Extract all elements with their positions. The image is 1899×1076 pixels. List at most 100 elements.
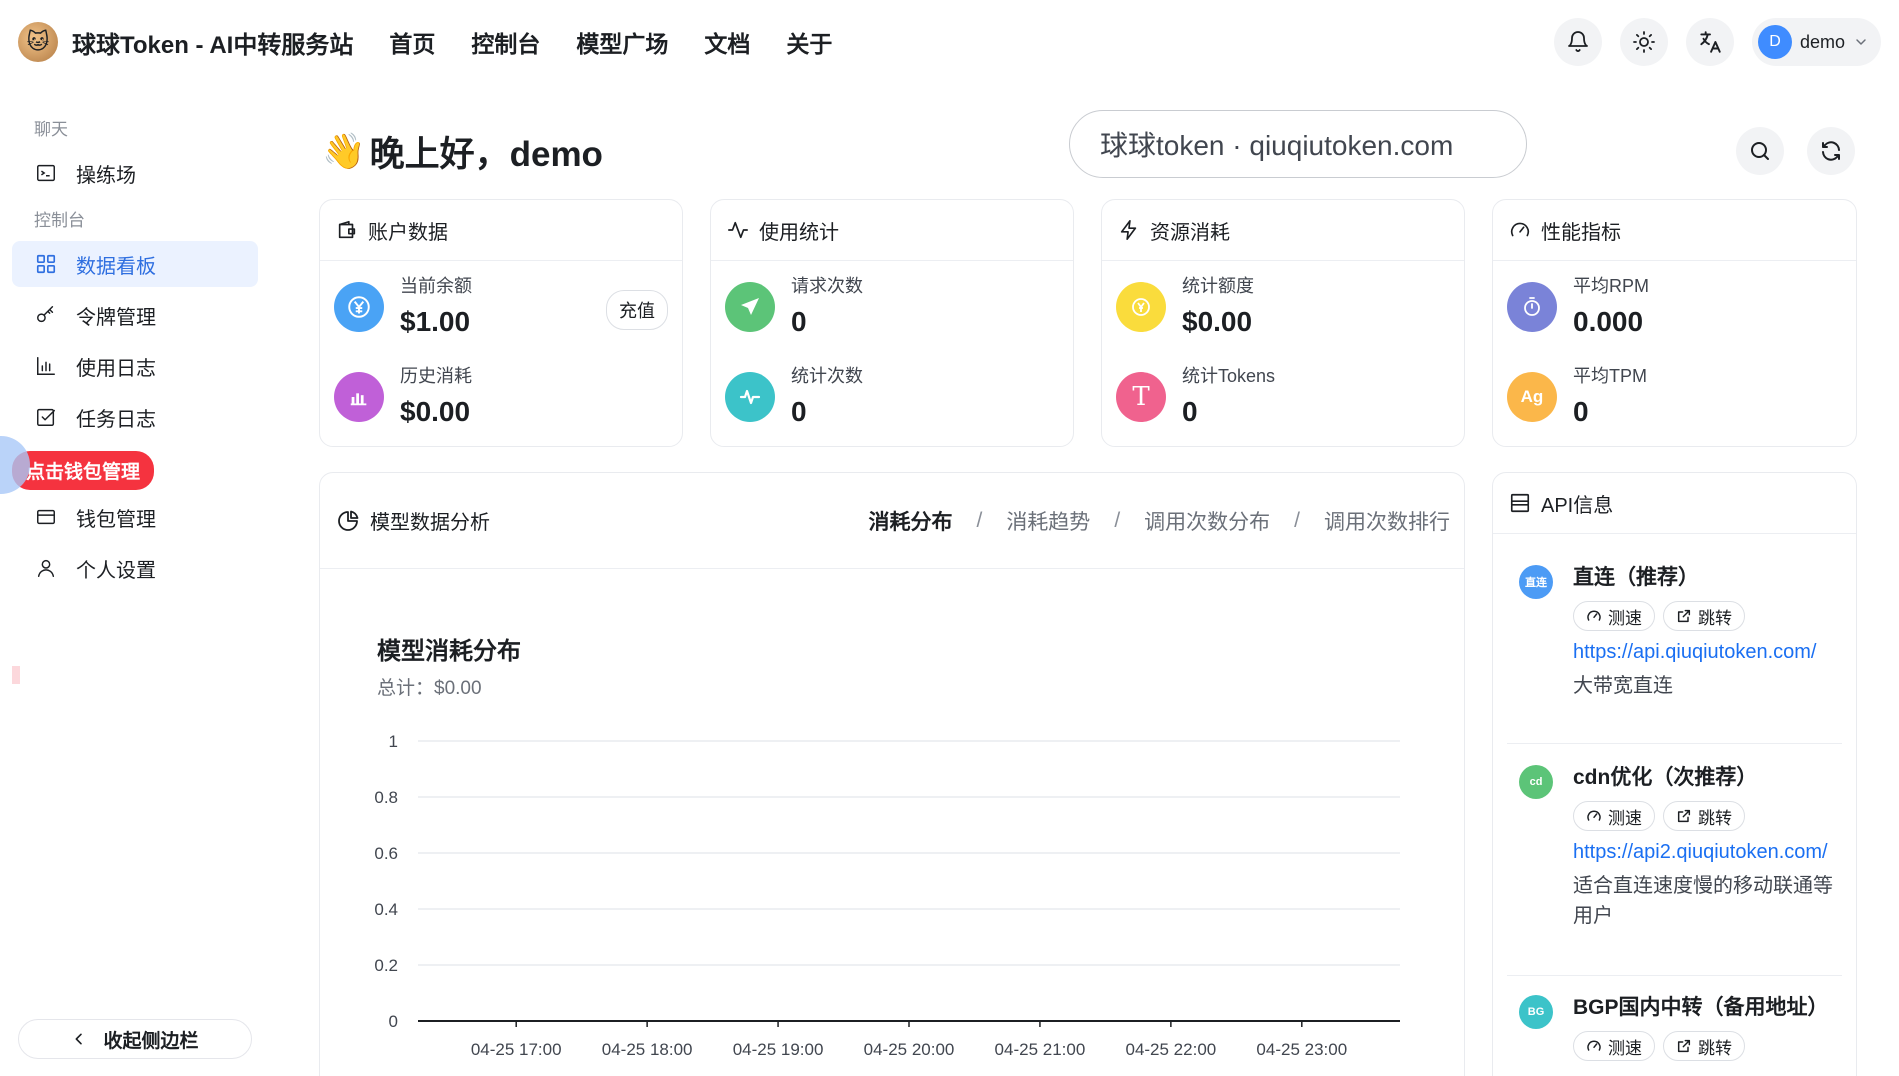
card-title: 性能指标 xyxy=(1541,221,1621,244)
user-name: demo xyxy=(1799,31,1845,52)
nav-about[interactable]: 关于 xyxy=(786,25,832,59)
y-tick-label: 0 xyxy=(389,1012,398,1031)
x-tick-label: 04-25 17:00 xyxy=(471,1040,562,1059)
sidebar-item-wallet[interactable]: 钱包管理 xyxy=(12,494,258,540)
wallet-icon xyxy=(338,220,356,239)
sidebar-item-settings[interactable]: 个人设置 xyxy=(12,545,258,591)
grid-icon xyxy=(34,252,58,276)
api-url-link[interactable]: https://api.qiuqiutoken.com/ xyxy=(1573,637,1839,667)
page-title: 👋 晚上好，demo xyxy=(322,126,603,177)
sidebar-item-task-logs[interactable]: 任务日志 xyxy=(12,394,258,440)
x-tick-label: 04-25 20:00 xyxy=(864,1040,955,1059)
sidebar-item-label: 数据看板 xyxy=(76,255,156,278)
top-header: 🐱 球球Token - AI中转服务站 首页 控制台 模型广场 文档 关于 D … xyxy=(0,0,1899,84)
top-nav: 首页 控制台 模型广场 文档 关于 xyxy=(389,25,832,59)
spent-label: 历史消耗 xyxy=(400,366,472,386)
card-header: 资源消耗 xyxy=(1102,200,1464,261)
jump-label: 跳转 xyxy=(1698,1038,1732,1058)
notification-button[interactable] xyxy=(1553,18,1602,66)
sidebar-item-label: 操练场 xyxy=(76,164,136,187)
user-menu[interactable]: D demo xyxy=(1751,18,1881,66)
tokens-value: 0 xyxy=(1182,396,1198,427)
api-name: cdn优化（次推荐） xyxy=(1573,766,1758,789)
lightning-icon xyxy=(1120,220,1137,240)
domain-display[interactable]: 球球token · qiuqiutoken.com xyxy=(1069,110,1527,178)
card-header: 账户数据 xyxy=(320,200,682,261)
balance-stat: 当前余额 $1.00 xyxy=(334,272,472,338)
sidebar-item-label: 任务日志 xyxy=(76,408,156,431)
jump-button[interactable]: 跳转 xyxy=(1663,1031,1745,1061)
speed-test-label: 测速 xyxy=(1608,608,1642,628)
speed-test-button[interactable]: 测速 xyxy=(1573,601,1655,631)
translate-icon xyxy=(1700,31,1721,53)
refresh-button[interactable] xyxy=(1807,127,1855,175)
language-button[interactable] xyxy=(1685,18,1734,66)
sidebar-item-usage-logs[interactable]: 使用日志 xyxy=(12,343,258,389)
collapse-sidebar-button[interactable]: 收起侧边栏 xyxy=(18,1019,252,1059)
terminal-icon xyxy=(34,161,58,185)
tpm-value: 0 xyxy=(1573,396,1589,427)
balance-label: 当前余额 xyxy=(400,276,472,296)
jump-label: 跳转 xyxy=(1698,808,1732,828)
nav-home[interactable]: 首页 xyxy=(389,25,435,59)
sidebar-item-playground[interactable]: 操练场 xyxy=(12,150,258,196)
sidebar-group-console: 控制台 xyxy=(34,211,85,230)
cat-logo-icon[interactable]: 🐱 xyxy=(18,22,58,62)
api-item-bgp: BG BGP国内中转（备用地址） 测速 跳转 xyxy=(1519,993,1839,1061)
gauge-icon xyxy=(1510,222,1530,237)
y-tick-label: 0.4 xyxy=(374,900,398,919)
jump-button[interactable]: 跳转 xyxy=(1663,801,1745,831)
user-icon xyxy=(34,556,58,580)
recharge-button[interactable]: 充值 xyxy=(606,290,668,330)
jump-button[interactable]: 跳转 xyxy=(1663,601,1745,631)
y-tick-label: 0.2 xyxy=(374,956,398,975)
card-title: 使用统计 xyxy=(759,221,839,244)
api-badge: BG xyxy=(1519,995,1553,1029)
tpm-stat: Ag 平均TPM 0 xyxy=(1507,362,1647,428)
speed-test-button[interactable]: 测速 xyxy=(1573,1031,1655,1061)
count-stat: 统计次数 0 xyxy=(725,362,863,428)
sidebar-item-tokens[interactable]: 令牌管理 xyxy=(12,292,258,338)
stopwatch-icon xyxy=(1507,282,1557,332)
quota-value: $0.00 xyxy=(1182,306,1253,337)
wallet-hint-badge[interactable]: 点击钱包管理 xyxy=(12,451,155,490)
api-url-link[interactable]: https://api2.qiuqiutoken.com/ xyxy=(1573,837,1839,867)
sidebar: 聊天 操练场 控制台 数据看板 令牌管理 使用日志 任务日志 点击钱包管理 钱包… xyxy=(0,84,270,1076)
card-header: 性能指标 xyxy=(1493,200,1856,261)
tokens-label: 统计Tokens xyxy=(1182,366,1276,386)
api-badge: cd xyxy=(1519,765,1553,799)
greeting-text: 晚上好，demo xyxy=(369,135,603,174)
performance-card: 性能指标 平均RPM 0.000 Ag 平均TPM 0 xyxy=(1492,199,1857,447)
coin-icon xyxy=(1116,282,1166,332)
speed-test-label: 测速 xyxy=(1608,808,1642,828)
sidebar-item-dashboard[interactable]: 数据看板 xyxy=(12,241,258,287)
spent-stat: 历史消耗 $0.00 xyxy=(334,362,472,428)
rpm-label: 平均RPM xyxy=(1573,276,1649,296)
divider xyxy=(1507,743,1842,744)
account-card: 账户数据 当前余额 $1.00 充值 历史消耗 $0.00 xyxy=(319,199,683,447)
api-item-direct: 直连 直连（推荐） 测速 跳转 https://api.qiuqiutoken.… xyxy=(1519,563,1839,701)
text-t-icon: T xyxy=(1116,372,1166,422)
search-icon xyxy=(1751,142,1769,160)
nav-console[interactable]: 控制台 xyxy=(471,25,540,59)
external-link-icon xyxy=(1677,809,1691,823)
speed-test-button[interactable]: 测速 xyxy=(1573,801,1655,831)
sidebar-group-chat: 聊天 xyxy=(34,120,68,139)
requests-stat: 请求次数 0 xyxy=(725,272,863,338)
gauge-icon xyxy=(1587,1040,1601,1051)
divider xyxy=(1507,975,1842,976)
spent-value: $0.00 xyxy=(400,396,471,427)
search-button[interactable] xyxy=(1736,127,1784,175)
theme-toggle-button[interactable] xyxy=(1619,18,1668,66)
x-tick-label: 04-25 21:00 xyxy=(995,1040,1086,1059)
count-label: 统计次数 xyxy=(791,366,863,386)
nav-models[interactable]: 模型广场 xyxy=(576,25,668,59)
rpm-value: 0.000 xyxy=(1573,306,1644,337)
nav-docs[interactable]: 文档 xyxy=(704,25,750,59)
avatar: D xyxy=(1757,25,1792,59)
api-description: 大带宽直连 xyxy=(1573,675,1673,697)
app-title[interactable]: 球球Token - AI中转服务站 xyxy=(72,25,353,60)
sun-icon xyxy=(1633,31,1655,53)
api-info-card: API信息 直连 直连（推荐） 测速 跳转 https://api.qiuqiu… xyxy=(1492,472,1857,1076)
count-value: 0 xyxy=(791,396,807,427)
